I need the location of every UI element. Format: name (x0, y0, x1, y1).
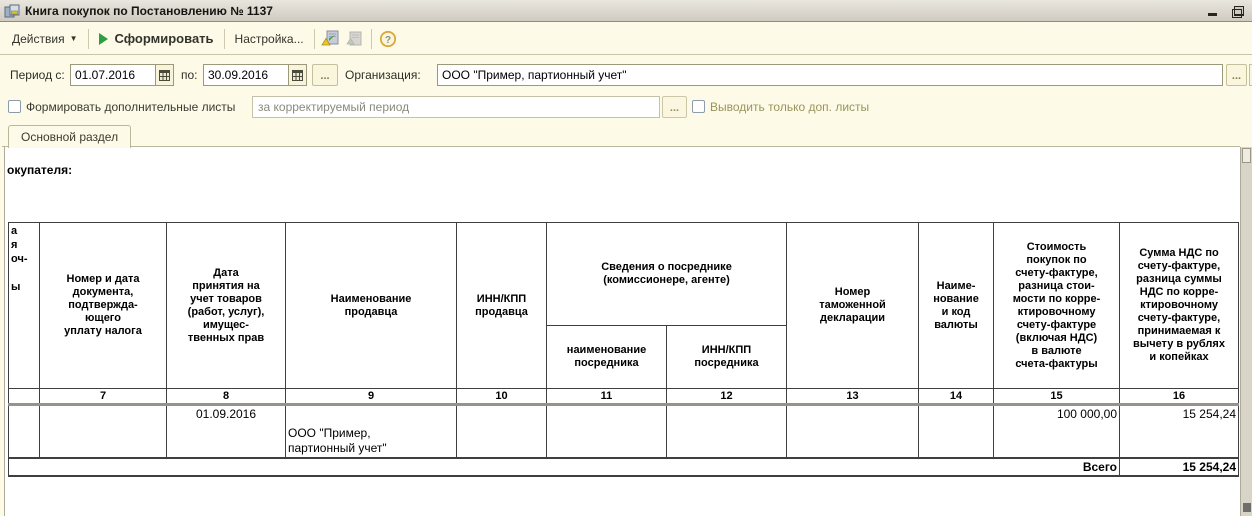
actions-menu-label: Действия (12, 31, 65, 46)
data-cell-vat[interactable]: 15 254,24 (1119, 404, 1239, 458)
buyer-text-fragment: окупателя: (7, 163, 73, 177)
data-cell[interactable] (918, 404, 994, 458)
play-icon (98, 32, 108, 45)
data-cell[interactable] (546, 404, 667, 458)
toolbar-separator (313, 28, 315, 49)
form-extra-sheets-checkbox[interactable] (8, 100, 21, 113)
calendar-icon (159, 69, 170, 81)
settings-button[interactable]: Настройка... (229, 29, 310, 49)
tab-main-section[interactable]: Основной раздел (8, 125, 132, 148)
organization-more-button[interactable]: ... (1226, 64, 1247, 86)
header-col15[interactable]: Стоимость покупок по счету-фактуре, разн… (993, 222, 1120, 389)
minimize-icon (1207, 13, 1217, 16)
number-cell-empty[interactable] (8, 388, 40, 406)
period-to-calendar-button[interactable] (288, 64, 307, 86)
save-settings-icon (346, 31, 362, 46)
scroll-up-button[interactable] (1242, 148, 1251, 163)
tab-main-section-label: Основной раздел (21, 130, 119, 144)
header-col12[interactable]: ИНН/КПП посредника (666, 325, 787, 389)
actions-menu-button[interactable]: Действия ▼ (6, 29, 84, 49)
number-cell[interactable]: 10 (456, 388, 547, 406)
organization-input[interactable] (437, 64, 1223, 86)
report-book-icon (4, 4, 20, 17)
period-more-button[interactable]: ... (312, 64, 338, 86)
organization-field-wrap (437, 64, 1223, 86)
total-label-cell[interactable]: Всего (8, 456, 1120, 477)
purchase-book-table: а я оч- ы Номер и дата документа, подтве… (8, 222, 1239, 477)
toolbar: Действия ▼ Сформировать Настройка... ? (0, 23, 1252, 55)
header-col7[interactable]: Номер и дата документа, подтвержда- ющег… (39, 222, 167, 389)
header-group-intermediary[interactable]: Сведения о посреднике (комиссионере, аге… (546, 222, 787, 326)
number-cell[interactable]: 12 (666, 388, 787, 406)
generate-label: Сформировать (114, 31, 214, 46)
purchase-book-window: Книга покупок по Постановлению № 1137 Де… (0, 0, 1252, 516)
report-sheet: окупателя: а я оч- ы Номер и дата докуме… (4, 147, 1240, 516)
restore-settings-button[interactable] (319, 28, 343, 50)
number-cell[interactable]: 9 (285, 388, 457, 406)
form-extra-sheets-label: Формировать дополнительные листы (26, 100, 236, 114)
calendar-icon (292, 69, 303, 81)
data-cell-amount[interactable]: 100 000,00 (993, 404, 1120, 458)
header-col16[interactable]: Сумма НДС по счету-фактуре, разница сумм… (1119, 222, 1239, 389)
data-cell-accept-date[interactable]: 01.09.2016 (166, 404, 286, 458)
settings-label: Настройка... (234, 31, 304, 46)
help-icon: ? (379, 30, 396, 47)
only-extra-sheets-checkbox[interactable] (692, 100, 705, 113)
table-row: 01.09.2016 ООО "Пример, партионный учет"… (8, 404, 1239, 458)
number-cell[interactable]: 7 (39, 388, 167, 406)
number-cell[interactable]: 16 (1119, 388, 1239, 406)
toolbar-separator (370, 28, 372, 49)
data-cell-seller-name[interactable]: ООО "Пример, партионный учет" (285, 404, 457, 458)
header-col8[interactable]: Дата принятия на учет товаров (работ, ус… (166, 222, 286, 389)
restore-button[interactable] (1230, 3, 1246, 18)
header-row-1: а я оч- ы Номер и дата документа, подтве… (8, 222, 1239, 389)
data-cell[interactable] (666, 404, 787, 458)
restore-settings-icon (321, 30, 339, 46)
total-vat-cell[interactable]: 15 254,24 (1119, 456, 1239, 477)
header-col9[interactable]: Наименование продавца (285, 222, 457, 389)
period-to-field-wrap (203, 64, 307, 86)
data-cell[interactable] (456, 404, 547, 458)
number-cell[interactable]: 8 (166, 388, 286, 406)
number-cell[interactable]: 14 (918, 388, 994, 406)
header-col14[interactable]: Наиме- нование и код валюты (918, 222, 994, 389)
period-from-input[interactable] (70, 64, 155, 86)
generate-button[interactable]: Сформировать (93, 28, 220, 49)
toolbar-separator (223, 28, 225, 49)
minimize-button[interactable] (1204, 3, 1220, 18)
data-cell-doc[interactable] (39, 404, 167, 458)
vertical-scrollbar[interactable] (1240, 147, 1252, 516)
help-button[interactable]: ? (376, 28, 400, 50)
window-controls (1204, 3, 1246, 18)
chevron-down-icon: ▼ (69, 34, 78, 43)
scroll-corner-mark (1243, 503, 1251, 512)
restore-icon (1232, 6, 1244, 18)
number-cell[interactable]: 15 (993, 388, 1120, 406)
period-from-calendar-button[interactable] (155, 64, 174, 86)
corrected-period-more-button[interactable]: ... (662, 96, 687, 118)
window-title: Книга покупок по Постановлению № 1137 (25, 3, 273, 18)
data-cell[interactable] (786, 404, 919, 458)
window-titlebar: Книга покупок по Постановлению № 1137 (0, 0, 1252, 22)
period-from-label: Период с: (10, 68, 65, 82)
toolbar-separator (87, 28, 89, 49)
header-col10[interactable]: ИНН/КПП продавца (456, 222, 547, 389)
header-col13[interactable]: Номер таможенной декларации (786, 222, 919, 389)
number-cell[interactable]: 13 (786, 388, 919, 406)
data-cell[interactable] (8, 404, 40, 458)
only-extra-sheets-label: Выводить только доп. листы (710, 100, 870, 114)
svg-text:?: ? (385, 35, 391, 46)
number-cell[interactable]: 11 (546, 388, 667, 406)
period-to-label: по: (181, 68, 198, 82)
corrected-period-field: за корректируемый период (252, 96, 660, 118)
save-settings-button[interactable] (343, 28, 367, 50)
period-to-input[interactable] (203, 64, 288, 86)
organization-label: Организация: (345, 68, 421, 82)
column-numbers-row: 7 8 9 10 11 12 13 14 15 16 (8, 388, 1239, 406)
header-col11[interactable]: наименование посредника (546, 325, 667, 389)
header-clipped-column[interactable]: а я оч- ы (8, 222, 40, 389)
period-from-field-wrap (70, 64, 174, 86)
totals-row: Всего 15 254,24 (8, 456, 1239, 477)
